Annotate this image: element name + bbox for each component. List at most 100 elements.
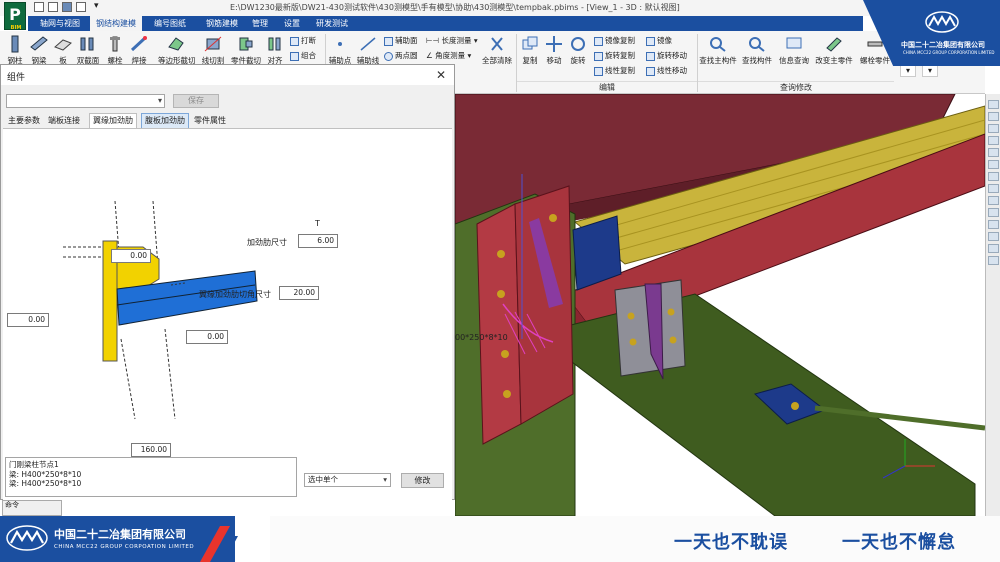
view-tool-icon[interactable]	[988, 112, 999, 121]
combine-button[interactable]: 组合	[290, 50, 316, 61]
print-icon[interactable]	[76, 2, 86, 12]
open-file-icon[interactable]	[48, 2, 58, 12]
find-main-part-button[interactable]: 查找主构件	[698, 35, 738, 66]
mirror-copy-icon	[594, 36, 603, 46]
corner-cut-label: 翼缘加劲肋切角尺寸	[199, 290, 271, 299]
circle-icon	[384, 51, 393, 61]
stiffener-size-label: 加劲肋尺寸	[247, 238, 287, 247]
aux-plane-button[interactable]: 辅助面	[384, 35, 418, 46]
info-line: 门刚梁柱节点1	[9, 460, 59, 469]
menu-steel-modeling[interactable]: 钢结构建模	[90, 16, 142, 31]
connection-info-box: 门刚梁柱节点1 梁: H400*250*8*10 梁: H400*250*8*1…	[5, 457, 297, 497]
align-button[interactable]: 对齐	[264, 35, 286, 66]
linear-copy-button[interactable]: 线性复制	[594, 65, 635, 76]
dialog-title-bar[interactable]: 组件 ✕	[1, 65, 454, 85]
view-tool-icon[interactable]	[988, 136, 999, 145]
3d-viewport[interactable]: 00*250*8*10	[455, 94, 985, 516]
change-main-part-button[interactable]: 改变主零件	[814, 35, 854, 66]
mirror-button[interactable]: 镜像	[646, 35, 672, 46]
bolt	[629, 338, 637, 346]
weld-button[interactable]: 焊接	[128, 35, 150, 66]
banner-decoration	[200, 526, 238, 562]
top-offset-field[interactable]: 0.00	[111, 249, 151, 263]
dim-line	[164, 328, 176, 420]
chevron-down-icon: ▾	[157, 96, 162, 105]
menu-settings[interactable]: 设置	[278, 16, 306, 31]
tab-main-params[interactable]: 主要参数	[5, 114, 43, 128]
find-part-button[interactable]: 查找构件	[740, 35, 774, 66]
view-tool-icon[interactable]	[988, 160, 999, 169]
steel-column-button[interactable]: 钢柱	[4, 35, 26, 66]
close-icon[interactable]: ✕	[434, 68, 448, 82]
view-tool-icon[interactable]	[988, 232, 999, 241]
mirror-copy-button[interactable]: 镜像复制	[594, 35, 635, 46]
tab-endplate[interactable]: 端板连接	[45, 114, 83, 128]
bolt-button[interactable]: 螺栓	[104, 35, 126, 66]
tab-part-properties[interactable]: 零件属性	[191, 114, 229, 128]
corner-cut-field[interactable]: 20.00	[279, 286, 319, 300]
banner-en-text: CHINA MCC22 GROUP CORPOATION LIMITED	[54, 544, 195, 550]
quick-access-dropdown-icon[interactable]: ▾	[94, 1, 99, 11]
preset-combo[interactable]: ▾	[6, 94, 165, 108]
modify-button[interactable]: 修改	[401, 473, 444, 488]
stiffener-size-field[interactable]: 6.00	[298, 234, 338, 248]
mcc-logo-icon	[6, 525, 48, 551]
menu-numbering-drawings[interactable]: 编号图纸	[148, 16, 192, 31]
double-section-button[interactable]: 双截面	[76, 35, 100, 66]
break-icon	[290, 36, 299, 46]
mid-offset-field[interactable]: 0.00	[186, 330, 228, 344]
line-cut-button[interactable]: 线切割	[198, 35, 228, 66]
unit-label: T	[315, 219, 320, 228]
view-tool-icon[interactable]	[988, 184, 999, 193]
part-cut-button[interactable]: 零件截切	[230, 35, 262, 66]
view-tool-icon[interactable]	[988, 208, 999, 217]
length-measure-button[interactable]: ⊢⊣ 长度测量 ▾	[426, 35, 478, 46]
new-file-icon[interactable]	[34, 2, 44, 12]
menu-manage[interactable]: 管理	[246, 16, 274, 31]
rotate-move-button[interactable]: 旋转移动	[646, 50, 687, 61]
tab-flange-stiffener[interactable]: 翼缘加劲肋	[89, 113, 137, 129]
aux-point-button[interactable]: 辅助点	[326, 35, 354, 66]
move-button[interactable]: 移动	[543, 35, 565, 66]
ribbon-collapse-icon[interactable]: ▾	[922, 65, 938, 77]
plate-button[interactable]: 板	[52, 35, 74, 66]
view-tool-icon[interactable]	[988, 148, 999, 157]
view-tool-icon[interactable]	[988, 172, 999, 181]
rotate-button[interactable]: 旋转	[567, 35, 589, 66]
left-offset-field[interactable]: 0.00	[7, 313, 49, 327]
move-icon	[546, 36, 562, 52]
view-tool-icon[interactable]	[988, 244, 999, 253]
view-tool-icon[interactable]	[988, 256, 999, 265]
info-query-button[interactable]: 信息查询	[776, 35, 812, 66]
clear-all-button[interactable]: 全部清除	[478, 35, 516, 66]
bolt	[791, 402, 799, 410]
save-file-icon[interactable]	[62, 2, 72, 12]
view-tool-icon[interactable]	[988, 196, 999, 205]
ribbon-expand-icon[interactable]: ▾	[900, 65, 916, 77]
bolt	[497, 290, 505, 298]
linear-move-button[interactable]: 线性移动	[646, 65, 687, 76]
measure-angle-icon: ∠	[426, 51, 433, 60]
view-tool-icon[interactable]	[988, 100, 999, 109]
rotate-copy-button[interactable]: 旋转复制	[594, 50, 635, 61]
aux-line-button[interactable]: 辅助线	[354, 35, 382, 66]
rotate-copy-icon	[594, 51, 603, 61]
angle-measure-button[interactable]: ∠ 角度测量 ▾	[426, 50, 471, 61]
menu-rebar-modeling[interactable]: 钢筋建模	[200, 16, 244, 31]
view-tool-icon[interactable]	[988, 124, 999, 133]
menu-axis-view[interactable]: 轴网与视图	[34, 16, 86, 31]
bottom-length-field[interactable]: 160.00	[131, 443, 171, 457]
steel-beam-button[interactable]: 钢梁	[28, 35, 50, 66]
menu-dev-test[interactable]: 研发测试	[310, 16, 354, 31]
select-mode-combo[interactable]: 选中单个 ▾	[304, 473, 391, 487]
polygon-cut-button[interactable]: 等边形截切	[158, 35, 196, 66]
two-point-circle-button[interactable]: 两点圆	[384, 50, 418, 61]
save-button[interactable]: 保存	[173, 94, 219, 108]
copy-button[interactable]: 复制	[519, 35, 541, 66]
bolt-icon	[110, 36, 120, 52]
tab-web-stiffener[interactable]: 腹板加劲肋	[141, 113, 189, 129]
green-beam-lower	[533, 293, 976, 516]
view-tool-icon[interactable]	[988, 220, 999, 229]
app-logo-icon[interactable]: P BIM	[4, 2, 26, 31]
break-button[interactable]: 打断	[290, 35, 316, 46]
